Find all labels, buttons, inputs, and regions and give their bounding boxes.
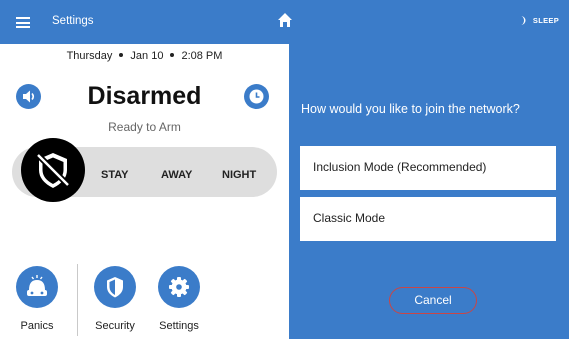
- clock-icon: [249, 89, 264, 104]
- dialog-question: How would you like to join the network?: [301, 102, 520, 116]
- arming-panel: Thursday Jan 10 2:08 PM Disarmed Ready to …: [0, 44, 289, 339]
- panics-button[interactable]: [16, 266, 58, 308]
- panics-label: Panics: [20, 320, 54, 332]
- shield-icon: [33, 150, 73, 190]
- gear-icon: [169, 277, 189, 297]
- cancel-button[interactable]: Cancel: [389, 287, 477, 314]
- clock-button[interactable]: [244, 84, 269, 109]
- sleep-button[interactable]: SLEEP: [520, 16, 559, 27]
- arm-night-button[interactable]: NIGHT: [222, 169, 256, 181]
- time-label: 2:08 PM: [181, 50, 223, 62]
- disarm-button[interactable]: [21, 138, 85, 202]
- day-label: Thursday: [66, 50, 113, 62]
- arm-stay-button[interactable]: STAY: [101, 169, 129, 181]
- home-icon[interactable]: [277, 12, 293, 33]
- moon-icon: [520, 16, 527, 27]
- security-button[interactable]: [94, 266, 136, 308]
- arm-away-button[interactable]: AWAY: [161, 169, 192, 181]
- date-label: Jan 10: [130, 50, 164, 62]
- sleep-label: SLEEP: [532, 16, 559, 25]
- siren-icon: [27, 275, 47, 296]
- settings-label: Settings: [159, 320, 199, 332]
- menu-icon[interactable]: [16, 17, 30, 28]
- shield-icon: [107, 277, 123, 298]
- settings-button[interactable]: [158, 266, 200, 308]
- classic-mode-option[interactable]: Classic Mode: [300, 197, 556, 241]
- page-title: Settings: [52, 15, 94, 27]
- date-time: Thursday Jan 10 2:08 PM: [0, 50, 289, 62]
- security-label: Security: [95, 320, 135, 332]
- nav-divider: [77, 264, 78, 336]
- arm-status-subtitle: Ready to Arm: [108, 120, 181, 134]
- top-bar: Settings SLEEP: [0, 0, 569, 44]
- inclusion-mode-option[interactable]: Inclusion Mode (Recommended): [300, 146, 556, 190]
- join-network-dialog: How would you like to join the network? …: [289, 44, 569, 339]
